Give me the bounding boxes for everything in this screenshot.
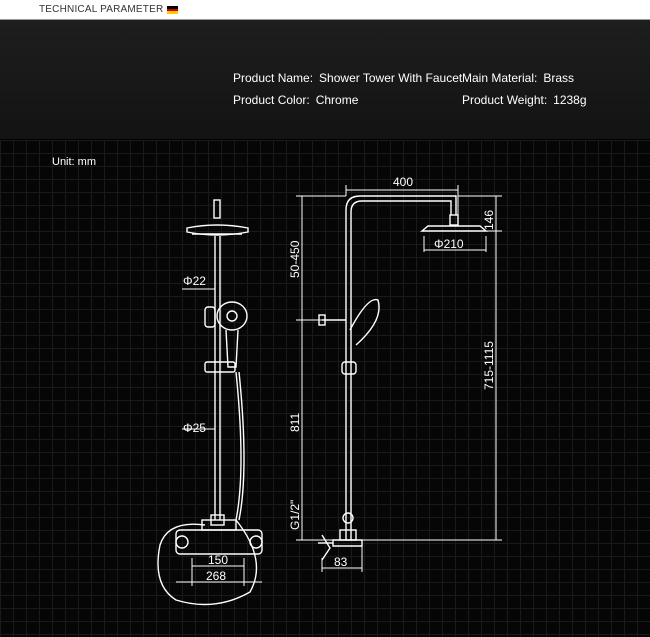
shower-technical-drawing: Φ22 Φ25 150 268 400 146 Φ210 50-450 715-… [157, 175, 502, 606]
dim-text-268: 268 [206, 569, 226, 583]
valve-body [332, 539, 363, 547]
mixer-body [175, 529, 263, 555]
column-inner [350, 200, 452, 540]
dim-text-g12: G1/2" [288, 500, 302, 530]
hand-shower-center [226, 310, 238, 322]
hand-shower-head [216, 301, 248, 331]
dim-text-811: 811 [288, 413, 302, 432]
dim-text-phi22: Φ22 [183, 274, 206, 288]
inlet-nut [321, 534, 331, 561]
holder-clip [204, 306, 216, 328]
top-cap [213, 199, 221, 219]
dim-text-146: 146 [482, 210, 496, 230]
side-slider [341, 361, 357, 375]
dim-text-400: 400 [393, 175, 413, 189]
rain-head-side [420, 225, 488, 232]
dim-text-83: 83 [334, 555, 348, 569]
side-dimensions [296, 185, 502, 572]
dim-text-50-450: 50-450 [288, 240, 302, 278]
hand-shower-side [349, 298, 380, 346]
mixer-handle-left [175, 535, 189, 549]
dim-text-150: 150 [208, 553, 228, 567]
front-view [157, 199, 263, 606]
head-connector [449, 214, 459, 226]
dim-text-715-1115: 715-1115 [482, 341, 496, 390]
bottom-connector [339, 529, 357, 541]
dim-text-phi210: Φ210 [434, 237, 464, 251]
dim-text-phi25: Φ25 [183, 421, 206, 435]
